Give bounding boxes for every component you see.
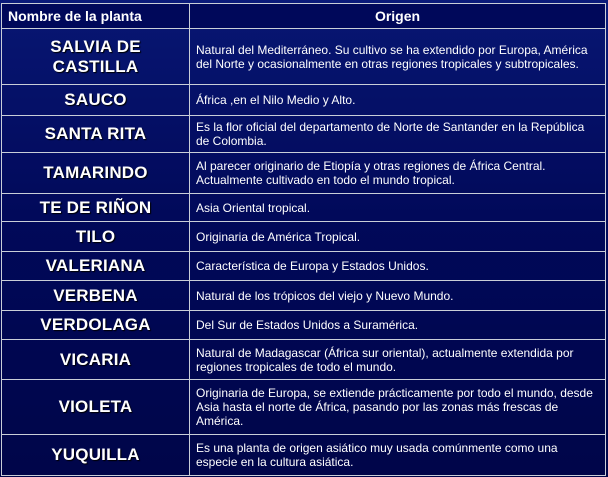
plant-name: SALVIA DE CASTILLA — [1, 28, 190, 85]
table-row: VERDOLAGA Del Sur de Estados Unidos a Su… — [1, 309, 606, 341]
plant-name: VIOLETA — [1, 379, 190, 436]
plant-origin: Al parecer originario de Etiopía y otras… — [189, 152, 606, 194]
plant-origin: Originaria de América Tropical. — [189, 221, 606, 252]
table-header: Nombre de la planta Origen — [1, 3, 606, 29]
table-row: SAUCO África ,en el Nilo Medio y Alto. — [1, 84, 606, 116]
plants-table: Nombre de la planta Origen SALVIA DE CAS… — [1, 3, 606, 476]
table-row: TAMARINDO Al parecer originario de Etiop… — [1, 152, 606, 194]
table-row: TILO Originaria de América Tropical. — [1, 221, 606, 252]
plant-name: VERBENA — [1, 280, 190, 311]
table-row: YUQUILLA Es una planta de origen asiátic… — [1, 434, 606, 476]
plant-origin: Es una planta de origen asiático muy usa… — [189, 434, 606, 476]
header-row: Nombre de la planta Origen — [1, 3, 606, 29]
table-row: VIOLETA Originaria de Europa, se extiend… — [1, 379, 606, 436]
plant-name: TE DE RIÑON — [1, 192, 190, 223]
plant-name: YUQUILLA — [1, 434, 190, 476]
plant-origin: Característica de Europa y Estados Unido… — [189, 250, 606, 282]
header-origin: Origen — [189, 3, 606, 29]
table-row: VICARIA Natural de Madagascar (África su… — [1, 339, 606, 381]
header-plant-name: Nombre de la planta — [1, 3, 190, 29]
plant-origin: Natural de Madagascar (África sur orient… — [189, 339, 606, 381]
plant-origin: Originaria de Europa, se extiende prácti… — [189, 379, 606, 436]
plant-name: VERDOLAGA — [1, 309, 190, 341]
plant-name: SANTA RITA — [1, 114, 190, 154]
plant-origin: África ,en el Nilo Medio y Alto. — [189, 84, 606, 116]
table-row: VALERIANA Característica de Europa y Est… — [1, 250, 606, 282]
table-row: SALVIA DE CASTILLA Natural del Mediterrá… — [1, 28, 606, 85]
plant-name: TAMARINDO — [1, 152, 190, 194]
plant-name: VICARIA — [1, 339, 190, 381]
plant-name: SAUCO — [1, 84, 190, 116]
table-row: SANTA RITA Es la flor oficial del depart… — [1, 114, 606, 154]
table-row: VERBENA Natural de los trópicos del viej… — [1, 280, 606, 311]
plant-origin: Del Sur de Estados Unidos a Suramérica. — [189, 309, 606, 341]
plant-origin: Natural del Mediterráneo. Su cultivo se … — [189, 28, 606, 85]
table-body: SALVIA DE CASTILLA Natural del Mediterrá… — [1, 28, 606, 476]
plant-name: TILO — [1, 221, 190, 252]
plant-origin: Es la flor oficial del departamento de N… — [189, 114, 606, 154]
plant-origin: Natural de los trópicos del viejo y Nuev… — [189, 280, 606, 311]
plant-origin: Asia Oriental tropical. — [189, 192, 606, 223]
plant-name: VALERIANA — [1, 250, 190, 282]
table-row: TE DE RIÑON Asia Oriental tropical. — [1, 192, 606, 223]
